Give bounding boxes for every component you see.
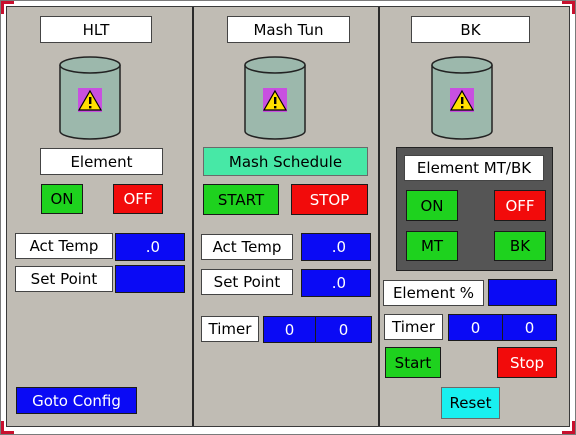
bk-element-pct-label: Element % bbox=[383, 280, 484, 306]
mash-act-temp-label: Act Temp bbox=[201, 234, 293, 260]
bk-element-group-label: Element MT/BK bbox=[404, 155, 544, 181]
bk-start-button[interactable]: Start bbox=[385, 347, 441, 378]
mash-tank-icon bbox=[244, 56, 306, 140]
mash-set-point-label: Set Point bbox=[201, 269, 293, 295]
mash-timer-minutes: 0 bbox=[263, 316, 316, 343]
hlt-act-temp-value: .0 bbox=[115, 233, 185, 261]
hlt-warning-icon bbox=[77, 88, 103, 112]
bk-title: BK bbox=[411, 16, 530, 43]
control-panel: HLT Element ON OFF Act Temp .0 Set Point… bbox=[6, 6, 570, 427]
mash-stop-button[interactable]: STOP bbox=[291, 184, 368, 215]
hlt-set-point-input[interactable] bbox=[115, 265, 185, 293]
mash-start-button[interactable]: START bbox=[203, 184, 279, 215]
mash-act-temp-value: .0 bbox=[301, 233, 371, 261]
hlt-on-button[interactable]: ON bbox=[41, 184, 83, 214]
mash-timer-label: Timer bbox=[201, 316, 259, 342]
bk-tank-icon bbox=[431, 56, 493, 140]
hlt-off-button[interactable]: OFF bbox=[113, 184, 163, 214]
bk-timer-label: Timer bbox=[384, 314, 443, 340]
bk-bk-button[interactable]: BK bbox=[494, 231, 546, 261]
bk-reset-button[interactable]: Reset bbox=[441, 387, 500, 419]
hlt-title: HLT bbox=[40, 16, 152, 43]
bk-off-button[interactable]: OFF bbox=[494, 190, 546, 221]
bk-timer-minutes: 0 bbox=[448, 314, 503, 341]
mash-set-point-input[interactable]: .0 bbox=[301, 269, 371, 297]
column-divider bbox=[192, 7, 194, 426]
hlt-element-label: Element bbox=[40, 148, 163, 175]
bk-element-pct-input[interactable] bbox=[488, 279, 557, 306]
hlt-set-point-label: Set Point bbox=[15, 266, 113, 292]
bk-on-button[interactable]: ON bbox=[406, 190, 458, 221]
hlt-tank-icon bbox=[59, 56, 121, 140]
mash-schedule-button[interactable]: Mash Schedule bbox=[203, 147, 368, 176]
mash-title: Mash Tun bbox=[227, 16, 350, 43]
mash-warning-icon bbox=[262, 88, 288, 112]
bk-warning-icon bbox=[449, 88, 475, 112]
goto-config-button[interactable]: Goto Config bbox=[16, 387, 137, 414]
column-divider bbox=[378, 7, 380, 426]
bk-mt-button[interactable]: MT bbox=[406, 231, 458, 261]
bk-stop-button[interactable]: Stop bbox=[497, 347, 557, 378]
hlt-act-temp-label: Act Temp bbox=[15, 233, 113, 259]
mash-timer-seconds: 0 bbox=[315, 316, 372, 343]
bk-timer-seconds: 0 bbox=[502, 314, 557, 341]
